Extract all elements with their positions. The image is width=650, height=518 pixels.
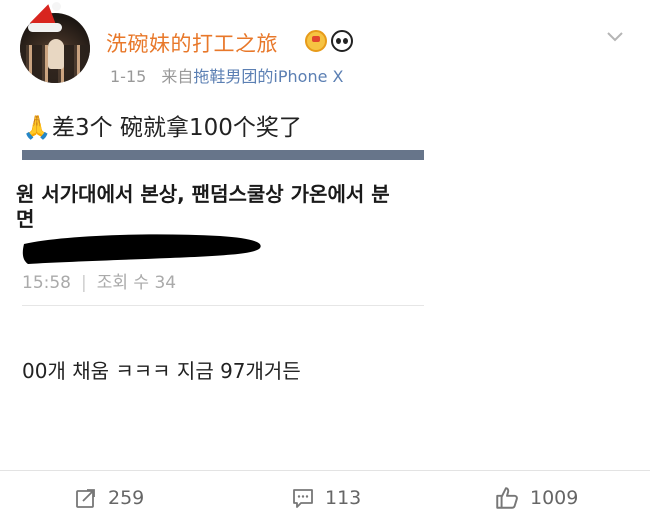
thumbs-up-icon: [496, 487, 518, 509]
embed-meta: 15:58 | 조회 수 34: [22, 268, 176, 293]
embed-time: 15:58: [22, 273, 71, 293]
comment-icon: [293, 489, 313, 508]
comment-button[interactable]: 113: [291, 484, 361, 512]
post-text: 🙏差3个 碗就拿100个奖了: [22, 108, 302, 142]
source-link[interactable]: 拖鞋男团的iPhone X: [193, 67, 343, 86]
crown-badge-icon[interactable]: [305, 30, 327, 52]
embed-views: 조회 수 34: [96, 273, 177, 293]
embed-comment: 00개 채움 ㅋㅋㅋ 지금 97개거든: [22, 359, 301, 383]
comment-count: 113: [325, 487, 362, 509]
repost-icon: [76, 489, 95, 508]
meta-separator: |: [81, 273, 87, 293]
source-prefix: 来自: [161, 67, 194, 86]
chevron-down-icon[interactable]: [606, 28, 624, 46]
username[interactable]: 洗碗妹的打工之旅: [106, 28, 278, 58]
footer-divider: [0, 470, 650, 471]
post-date: 1-15: [110, 67, 147, 86]
praying-hands-icon: 🙏: [22, 115, 52, 141]
post-meta: 1-15 来自拖鞋男团的iPhone X: [110, 63, 343, 87]
embed-header-bar: [22, 150, 424, 160]
embed-divider: [22, 305, 424, 306]
post-body: 差3个 碗就拿100个奖了: [52, 115, 302, 141]
avatar-figure-image: [48, 39, 64, 69]
redaction-scribble: [22, 234, 261, 264]
like-button[interactable]: 1009: [494, 484, 578, 512]
santa-hat-icon: [28, 1, 62, 34]
repost-button[interactable]: 259: [74, 484, 144, 512]
like-count: 1009: [530, 487, 579, 509]
repost-count: 259: [108, 487, 145, 509]
panda-badge-icon[interactable]: [331, 30, 353, 52]
